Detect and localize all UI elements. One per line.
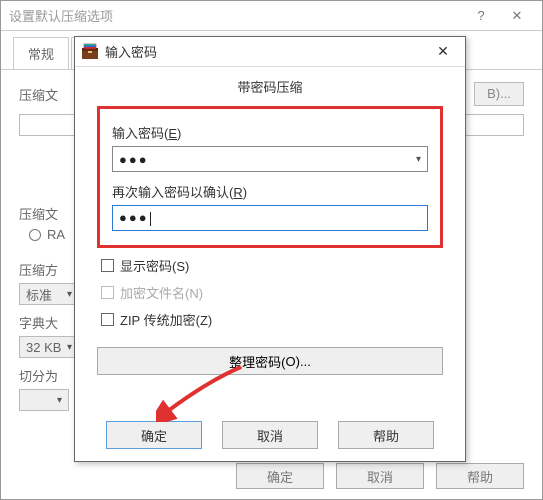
show-password-label: 显示密码(S): [120, 256, 189, 275]
show-password-checkbox[interactable]: [101, 259, 114, 272]
parent-title: 设置默认压缩选项: [5, 6, 466, 25]
password-label: 输入密码(E): [112, 123, 428, 142]
help-button[interactable]: 帮助: [436, 463, 524, 489]
modal-ok-button[interactable]: 确定: [106, 421, 202, 449]
tab-general[interactable]: 常规: [13, 37, 69, 69]
close-icon[interactable]: ✕: [496, 2, 538, 30]
chevron-down-icon: ▾: [67, 342, 72, 353]
password-value: ●●●: [119, 152, 149, 167]
archive-format-button[interactable]: B)...: [474, 82, 524, 106]
ra-radio[interactable]: [29, 229, 41, 241]
zip-legacy-checkbox[interactable]: [101, 313, 114, 326]
dict-dropdown[interactable]: 32 KB ▾: [19, 336, 79, 358]
chevron-down-icon: ▾: [67, 289, 72, 300]
modal-cancel-button[interactable]: 取消: [222, 421, 318, 449]
modal-titlebar: 输入密码 ✕: [75, 37, 465, 67]
help-icon[interactable]: ?: [466, 2, 496, 30]
modal-close-icon[interactable]: ✕: [427, 40, 459, 64]
confirm-password-label: 再次输入密码以确认(R): [112, 182, 428, 201]
modal-buttons: 确定 取消 帮助: [75, 421, 465, 449]
ra-label: RA: [47, 227, 65, 242]
method-value: 标准: [26, 285, 52, 304]
modal-body: 输入密码(E) ●●● ▾ 再次输入密码以确认(R) ●●● 显示密码(S) 加…: [75, 106, 465, 375]
confirm-password-value: ●●●: [119, 210, 151, 226]
split-dropdown[interactable]: ▾: [19, 389, 69, 411]
cancel-button[interactable]: 取消: [336, 463, 424, 489]
chevron-down-icon[interactable]: ▾: [416, 154, 421, 165]
encrypt-names-checkbox: [101, 286, 114, 299]
modal-title: 输入密码: [105, 42, 427, 61]
parent-buttons: 确定 取消 帮助: [236, 463, 524, 489]
encrypt-names-checkbox-row: 加密文件名(N): [101, 283, 443, 302]
ok-button[interactable]: 确定: [236, 463, 324, 489]
password-dialog: 输入密码 ✕ 带密码压缩 输入密码(E) ●●● ▾ 再次输入密码以确认(R) …: [74, 36, 466, 462]
app-icon: [81, 43, 99, 61]
password-highlight: 输入密码(E) ●●● ▾ 再次输入密码以确认(R) ●●●: [97, 106, 443, 248]
method-dropdown[interactable]: 标准 ▾: [19, 283, 79, 305]
zip-legacy-checkbox-row[interactable]: ZIP 传统加密(Z): [101, 310, 443, 329]
modal-help-button[interactable]: 帮助: [338, 421, 434, 449]
confirm-password-input[interactable]: ●●●: [112, 205, 428, 231]
zip-legacy-label: ZIP 传统加密(Z): [120, 310, 212, 329]
show-password-checkbox-row[interactable]: 显示密码(S): [101, 256, 443, 275]
dict-value: 32 KB: [26, 340, 61, 355]
modal-subtitle: 带密码压缩: [75, 67, 465, 102]
chevron-down-icon: ▾: [57, 395, 62, 406]
encrypt-names-label: 加密文件名(N): [120, 283, 203, 302]
organize-passwords-button[interactable]: 整理密码(O)...: [97, 347, 443, 375]
password-input[interactable]: ●●● ▾: [112, 146, 428, 172]
parent-titlebar: 设置默认压缩选项 ? ✕: [1, 1, 542, 31]
